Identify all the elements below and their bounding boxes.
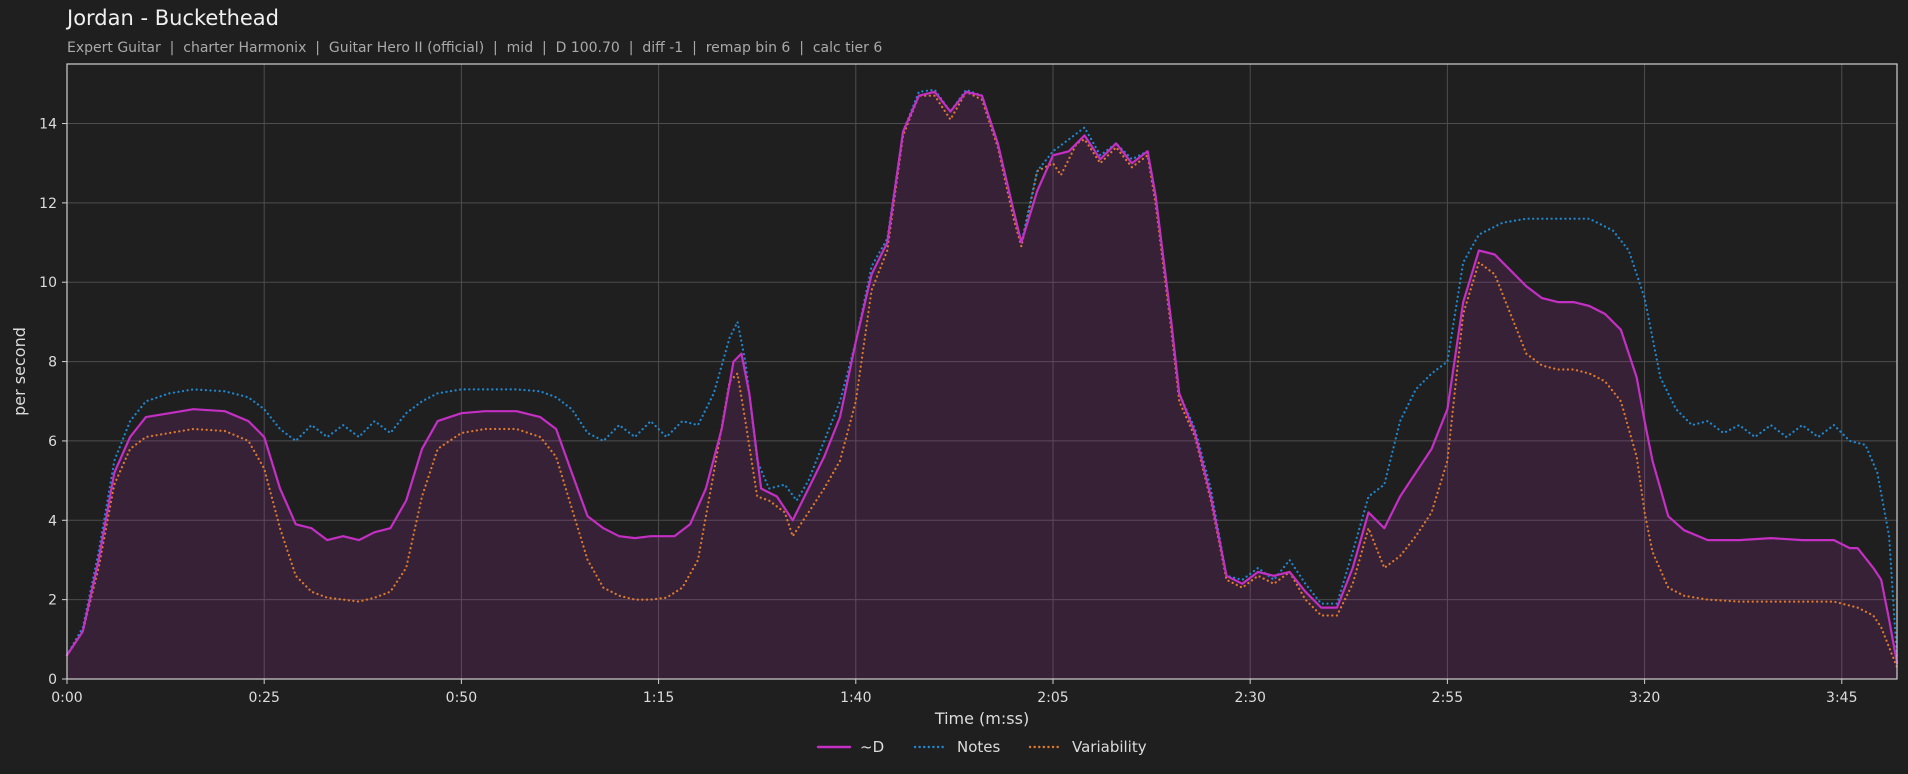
x-tick-label: 0:25	[248, 690, 279, 706]
x-tick-label: 1:40	[840, 690, 871, 706]
x-tick-label: 1:15	[643, 690, 674, 706]
legend-label-0: ~D	[860, 738, 884, 756]
y-tick-label: 12	[39, 196, 57, 212]
y-tick-label: 0	[48, 672, 57, 688]
y-tick-label: 6	[48, 434, 57, 450]
x-tick-label: 3:20	[1629, 690, 1660, 706]
x-tick-label: 2:30	[1234, 690, 1265, 706]
y-axis-label: per second	[10, 327, 29, 416]
legend: ~D Notes Variability	[816, 738, 1147, 756]
x-tick-label: 0:00	[51, 690, 82, 706]
y-tick-label: 2	[48, 593, 57, 609]
y-tick-label: 14	[39, 117, 57, 133]
y-tick-label: 8	[48, 355, 57, 371]
y-tick-label: 10	[39, 275, 57, 291]
x-tick-label: 2:05	[1037, 690, 1068, 706]
x-tick-label: 3:45	[1826, 690, 1857, 706]
y-tick-label: 4	[48, 513, 57, 529]
chart-canvas: 0:00 0:25 0:50 1:15 1:40 2:05 2:30 2:55 3:20 3:45…	[10, 63, 1899, 756]
x-tick-label: 2:55	[1432, 690, 1463, 706]
legend-label-1: Notes	[957, 738, 1001, 756]
legend-label-2: Variability	[1072, 738, 1147, 756]
x-tick-label: 0:50	[446, 690, 477, 706]
x-axis-label: Time (m:ss)	[934, 709, 1029, 728]
